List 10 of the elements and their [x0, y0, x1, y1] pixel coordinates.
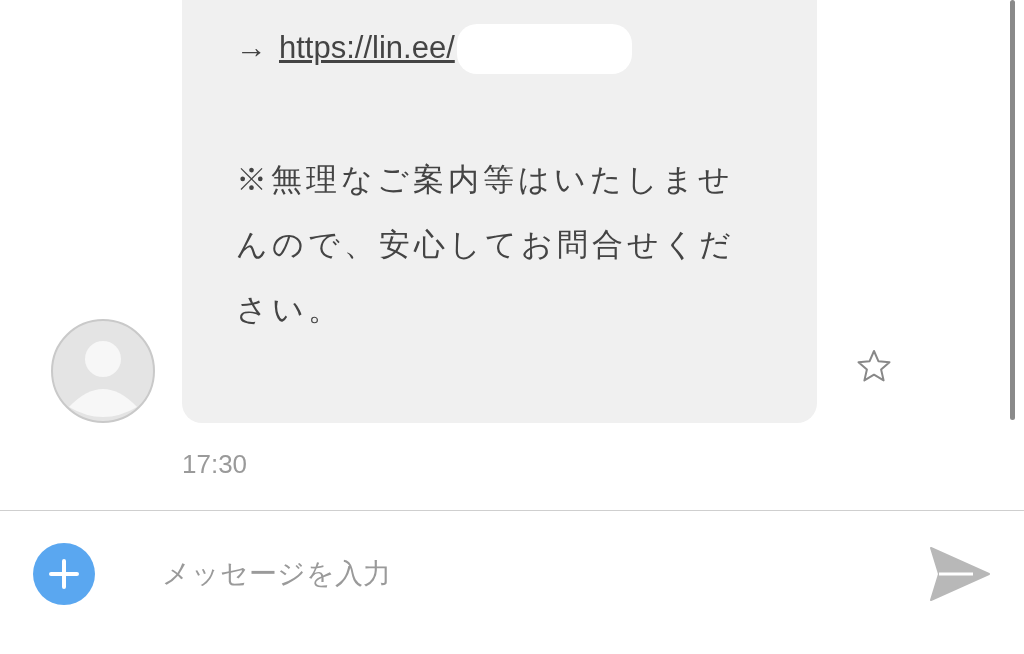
arrow-text: → — [236, 29, 267, 68]
message-input[interactable]: メッセージを入力 — [162, 553, 762, 595]
scrollbar[interactable] — [1010, 0, 1015, 420]
star-icon[interactable] — [857, 349, 891, 383]
avatar-icon[interactable] — [51, 319, 155, 423]
link[interactable]: https://lin.ee/ — [279, 25, 455, 72]
send-icon[interactable] — [929, 546, 991, 602]
message-time: 17:30 — [182, 449, 248, 479]
message-text: ※無理なご案内等はいたしませんので、安心してお問合せください。 — [236, 161, 736, 329]
plus-icon — [49, 559, 79, 589]
